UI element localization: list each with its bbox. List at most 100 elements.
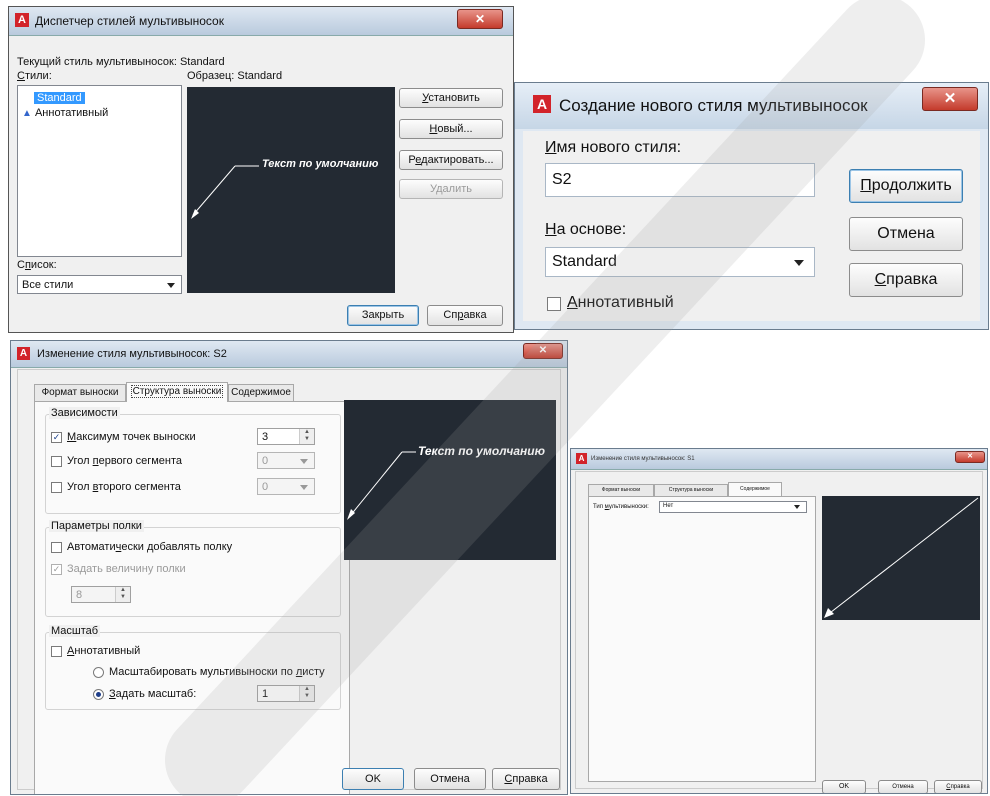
styles-label: Стили: [17, 70, 52, 82]
preview-text: Текст по умолчанию [418, 444, 545, 458]
create-title: Создание нового стиля мультивыносок [559, 96, 868, 115]
preview-leader-graphic [191, 165, 259, 219]
modify-style-preview: Текст по умолчанию [344, 400, 556, 560]
spin-arrows-icon[interactable]: ▲ ▼ [299, 686, 314, 701]
autocad-logo-icon: A [533, 95, 551, 113]
manager-titlebar[interactable]: A Диспетчер стилей мультивыносок ✕ [9, 7, 513, 36]
chevron-down-icon [794, 505, 800, 509]
autocad-logo-icon: A [15, 13, 29, 27]
max-points-stepper[interactable]: 3 ▲ ▼ [257, 428, 315, 445]
preview-leader-graphic [347, 451, 416, 520]
continue-button[interactable]: Продолжить [849, 169, 963, 203]
create-cancel-button[interactable]: Отмена [849, 217, 963, 251]
scale-annotative-checkbox[interactable] [51, 646, 62, 657]
set-landing-distance-checkbox[interactable]: ✓ [51, 564, 62, 575]
modify-style-s1-window: A Изменение стиля мультивыносок: S1 ✕ Фо… [570, 448, 988, 794]
scale-annotative-label: Аннотативный [67, 645, 141, 657]
create-close-icon[interactable]: ✕ [922, 87, 978, 111]
modify-style-button[interactable]: Редактировать... [399, 150, 503, 170]
modify-small-close-icon[interactable]: ✕ [955, 451, 985, 463]
modify-small-cancel-button[interactable]: Отмена [878, 780, 928, 793]
style-item-standard[interactable]: Standard [34, 92, 85, 104]
modify-close-icon[interactable]: ✕ [523, 343, 563, 359]
scale-label: Масштаб [49, 625, 101, 637]
modify-small-title: Изменение стиля мультивыносок: S1 [591, 456, 695, 462]
tab-label: Формат выноски [601, 487, 641, 493]
tab-label: Содержимое [740, 486, 770, 492]
tab-content[interactable]: Содержимое [228, 384, 294, 401]
based-on-select[interactable]: Standard [545, 247, 815, 277]
modify-help-button[interactable]: Справка [492, 768, 560, 790]
scale-value-stepper[interactable]: 1 ▲ ▼ [257, 685, 315, 702]
new-style-name-input[interactable]: S2 [545, 163, 815, 197]
modify-body: Формат выноски Структура выноски Содержи… [17, 369, 561, 794]
modify-title: Изменение стиля мультивыносок: S2 [37, 348, 227, 360]
first-angle-value: 0 [262, 455, 269, 467]
radio-dot-icon [96, 692, 101, 697]
based-on-label: На основе: [545, 221, 627, 238]
content-tab-panel: Тип мультивыноски: Нет [588, 496, 816, 782]
first-angle-checkbox[interactable] [51, 456, 62, 467]
tab-content[interactable]: Содержимое [728, 482, 782, 496]
scale-to-layout-radio[interactable] [93, 667, 104, 678]
styles-label-rest: тили: [24, 70, 52, 82]
set-current-label-rest: становить [428, 92, 480, 104]
modify-titlebar[interactable]: A Изменение стиля мультивыносок: S2 ✕ [11, 341, 567, 368]
style-preview: Текст по умолчанию [187, 87, 395, 293]
new-style-name-value: S2 [552, 171, 572, 188]
manager-title: Диспетчер стилей мультивыносок [35, 14, 224, 28]
create-titlebar[interactable]: A Создание нового стиля мультивыносок ✕ [515, 83, 988, 129]
tab-leader-structure[interactable]: Структура выноски [654, 484, 728, 496]
style-item-annotative[interactable]: ▲ Аннотативный [22, 107, 108, 119]
style-item-label: Standard [37, 92, 82, 104]
max-points-checkbox[interactable]: ✓ [51, 432, 62, 443]
annotative-checkbox[interactable] [547, 297, 561, 311]
first-angle-select[interactable]: 0 [257, 452, 315, 469]
tab-leader-structure[interactable]: Структура выноски [126, 382, 228, 402]
spin-arrows-icon[interactable]: ▲ ▼ [299, 429, 314, 444]
ok-button[interactable]: OK [342, 768, 404, 790]
second-angle-select[interactable]: 0 [257, 478, 315, 495]
list-filter-select[interactable]: Все стили [17, 275, 182, 294]
style-item-label: Аннотативный [34, 107, 109, 119]
first-angle-label: Угол первого сегмента [67, 455, 183, 467]
autocad-logo-icon: A [17, 347, 30, 360]
based-on-value: Standard [552, 253, 617, 270]
second-angle-value: 0 [262, 481, 269, 493]
set-landing-distance-label: Задать величину полки [67, 563, 186, 575]
tab-leader-format[interactable]: Формат выноски [588, 484, 654, 496]
preview-leader-graphic [824, 497, 979, 618]
modify-small-titlebar[interactable]: A Изменение стиля мультивыносок: S1 ✕ [571, 449, 987, 470]
manager-help-button[interactable]: Справка [427, 305, 503, 326]
manager-close-icon[interactable]: ✕ [457, 9, 503, 29]
leader-type-value: Нет [663, 503, 674, 509]
current-style-label: Текущий стиль мультивыносок: Standard [17, 56, 225, 68]
new-style-name-label: Имя нового стиля: [545, 139, 682, 156]
create-body: Имя нового стиля: S2 На основе: Standard… [523, 131, 980, 321]
new-style-button[interactable]: Новый... [399, 119, 503, 139]
close-button[interactable]: Закрыть [347, 305, 419, 326]
delete-label-rest: алить [442, 183, 472, 195]
max-points-label: Максимум точек выноски [67, 431, 196, 443]
second-angle-label: Угол второго сегмента [67, 481, 181, 493]
modify-cancel-button[interactable]: Отмена [414, 768, 486, 790]
create-help-button[interactable]: Справка [849, 263, 963, 297]
chevron-down-icon [794, 260, 804, 266]
modify-small-help-button[interactable]: Справка [934, 780, 982, 793]
specify-scale-label: Задать масштаб: [109, 688, 197, 700]
landing-distance-value: 8 [76, 589, 83, 601]
chevron-down-icon [300, 484, 308, 490]
tab-leader-format[interactable]: Формат выноски [34, 384, 126, 401]
styles-list[interactable]: Standard ▲ Аннотативный [17, 85, 182, 257]
set-current-button[interactable]: Установить [399, 88, 503, 108]
auto-landing-checkbox[interactable] [51, 542, 62, 553]
ok-button[interactable]: OK [822, 780, 866, 793]
max-points-value: 3 [262, 431, 269, 443]
leader-type-select[interactable]: Нет [659, 501, 807, 513]
second-angle-checkbox[interactable] [51, 482, 62, 493]
specify-scale-radio[interactable] [93, 689, 104, 700]
delete-style-button[interactable]: Удалить [399, 179, 503, 199]
spin-arrows-icon[interactable]: ▲ ▼ [115, 587, 130, 602]
landing-distance-stepper[interactable]: 8 ▲ ▼ [71, 586, 131, 603]
tab-label: Структура выноски [668, 487, 714, 493]
